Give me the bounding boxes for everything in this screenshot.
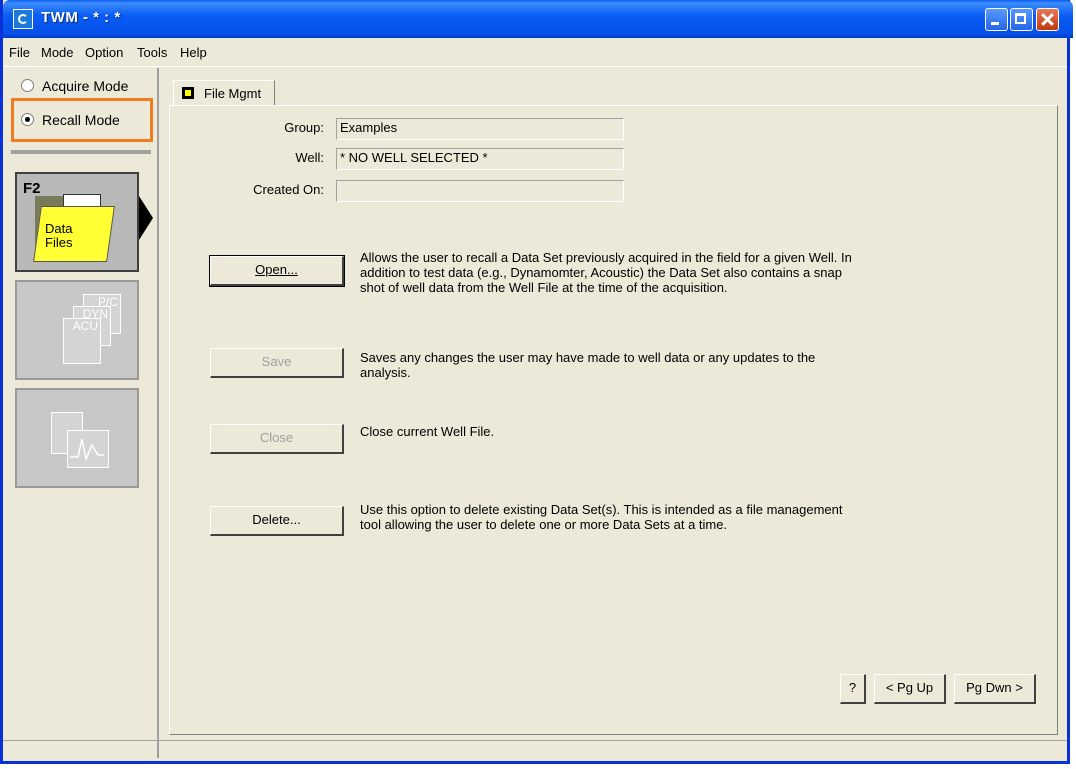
mode-sidebar: Acquire Mode Recall Mode F2 Data Files P…: [11, 68, 159, 758]
close-description: Close current Well File.: [360, 424, 495, 439]
open-description: Allows the user to recall a Data Set pre…: [360, 250, 852, 295]
data-files-label-line1: Data: [45, 221, 73, 236]
menu-bar: File Mode Option Tools Help: [3, 38, 1067, 67]
acu-doc-icon: ACU: [63, 318, 101, 364]
window-title: TWM - * : *: [41, 9, 121, 26]
acquire-mode-label: Acquire Mode: [42, 78, 129, 94]
radio-icon: [21, 79, 34, 92]
tab-file-mgmt-label: File Mgmt: [204, 86, 262, 101]
active-mode-arrow-icon: [139, 196, 153, 240]
minimize-button[interactable]: [985, 8, 1008, 31]
save-button[interactable]: Save: [210, 348, 344, 378]
delete-button[interactable]: Delete...: [210, 506, 344, 536]
app-window: TWM - * : * File Mode Option Tools Help …: [0, 0, 1073, 764]
main-content: File Mgmt Group: Examples Well: * NO WEL…: [159, 68, 1067, 758]
created-on-label: Created On:: [253, 182, 324, 197]
data-files-button[interactable]: F2 Data Files: [15, 172, 139, 272]
tab-status-icon: [182, 87, 194, 99]
close-button[interactable]: Close: [210, 424, 344, 454]
well-label: Well:: [295, 150, 324, 165]
recall-mode-label: Recall Mode: [42, 112, 120, 128]
data-files-label-line2: Files: [45, 235, 73, 250]
created-on-field: [336, 180, 624, 202]
app-icon[interactable]: [13, 9, 33, 29]
acu-label: ACU: [72, 319, 98, 333]
file-mgmt-panel: Group: Examples Well: * NO WELL SELECTED…: [169, 105, 1058, 735]
divider: [11, 150, 151, 154]
help-button[interactable]: ?: [840, 674, 866, 704]
open-button-label: Open...: [255, 262, 298, 277]
open-button[interactable]: Open...: [209, 255, 345, 287]
waveform-icon: [70, 438, 104, 462]
menu-mode[interactable]: Mode: [41, 45, 74, 60]
data-files-label: Data Files: [45, 222, 72, 250]
radio-selected-icon: [21, 113, 34, 126]
menu-file[interactable]: File: [9, 45, 30, 60]
delete-description: Use this option to delete existing Data …: [360, 502, 843, 532]
well-field: * NO WELL SELECTED *: [336, 148, 624, 170]
menu-tools[interactable]: Tools: [137, 45, 167, 60]
status-bar: [3, 740, 1067, 741]
acquire-mode-radio[interactable]: Acquire Mode: [21, 78, 128, 94]
recall-mode-radio[interactable]: Recall Mode: [21, 112, 120, 128]
graph-doc-icon: [67, 430, 109, 468]
page-down-button[interactable]: Pg Dwn >: [954, 674, 1036, 704]
group-label: Group:: [284, 120, 324, 135]
close-window-button[interactable]: [1036, 8, 1059, 31]
menu-help[interactable]: Help: [180, 45, 207, 60]
maximize-button[interactable]: [1010, 8, 1033, 31]
group-field: Examples: [336, 118, 624, 140]
page-up-button[interactable]: < Pg Up: [874, 674, 946, 704]
analysis-button[interactable]: [15, 388, 139, 488]
delete-button-label: Delete...: [252, 512, 301, 527]
tab-file-mgmt[interactable]: File Mgmt: [173, 80, 275, 106]
save-description: Saves any changes the user may have made…: [360, 350, 816, 380]
f2-shortcut-label: F2: [23, 180, 41, 197]
title-bar[interactable]: TWM - * : *: [3, 0, 1073, 38]
close-button-label: Close: [259, 430, 294, 445]
test-data-button[interactable]: P/C DYN ACU: [15, 280, 139, 380]
save-button-label: Save: [261, 354, 292, 369]
menu-option[interactable]: Option: [85, 45, 123, 60]
